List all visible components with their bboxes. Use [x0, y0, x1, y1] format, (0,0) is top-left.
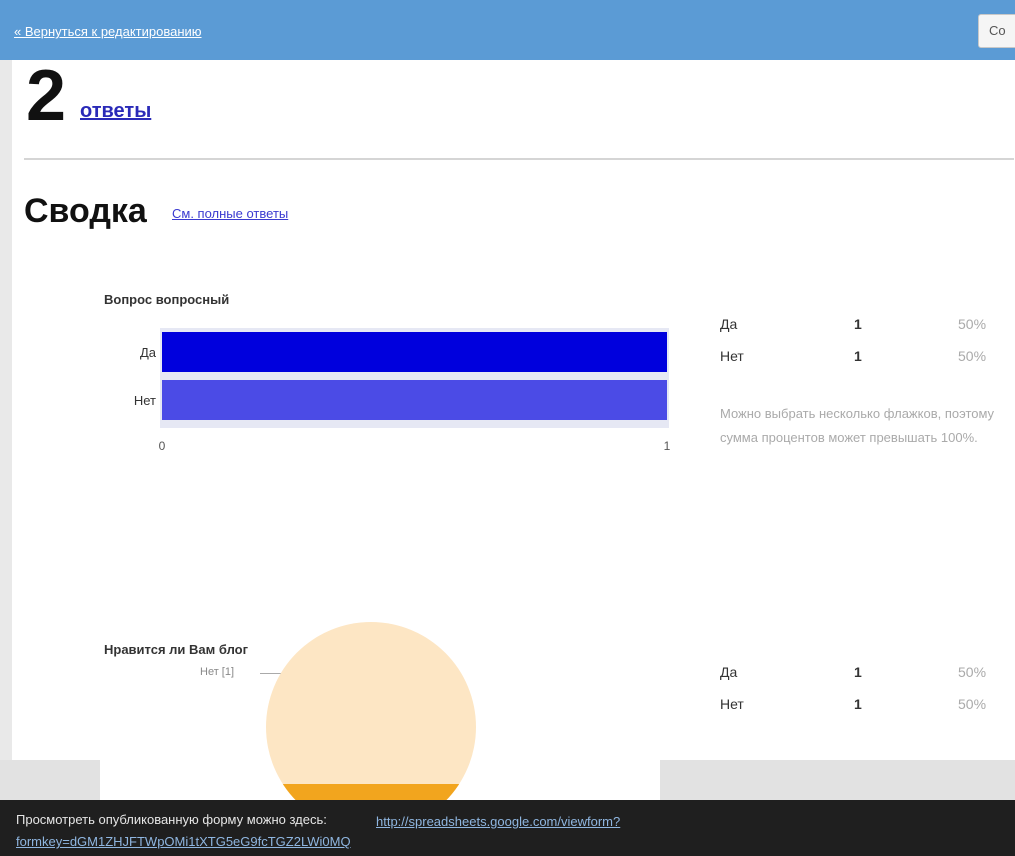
top-bar: « Вернуться к редактированию Со [0, 0, 1015, 60]
responses-link[interactable]: ответы [80, 100, 151, 123]
x-tick-label: 1 [664, 439, 671, 453]
question-1-stats: Да 1 50% Нет 1 50% [720, 316, 1010, 380]
back-to-editing-link[interactable]: « Вернуться к редактированию [14, 24, 202, 39]
stat-label: Нет [720, 696, 744, 712]
pie-slice-label: Нет [1] [200, 666, 235, 678]
stat-count: 1 [854, 664, 862, 680]
stat-label: Да [720, 664, 738, 680]
bar-category-label: Да [140, 345, 157, 360]
question-2-title: Нравится ли Вам блог [104, 642, 249, 657]
stat-percent: 50% [958, 316, 987, 332]
see-full-responses-link[interactable]: См. полные ответы [172, 206, 288, 221]
divider [24, 158, 1014, 160]
stat-label: Да [720, 316, 738, 332]
top-right-button[interactable]: Со [978, 14, 1015, 48]
stat-row-yes: Да 1 50% [720, 316, 1010, 348]
multiple-choice-note: Можно выбрать несколько флажков, поэтому… [720, 406, 995, 445]
question-2-stats: Да 1 50% Нет 1 50% [720, 664, 1010, 728]
bar-1 [162, 380, 667, 420]
footer-bar: Просмотреть опубликованную форму можно з… [0, 800, 1015, 856]
stat-row-yes: Да 1 50% [720, 664, 1010, 696]
bar-0 [162, 332, 667, 372]
stat-count: 1 [854, 316, 862, 332]
stat-percent: 50% [958, 664, 987, 680]
response-count: 2 [26, 56, 67, 136]
stat-count: 1 [854, 696, 862, 712]
question-1-title: Вопрос вопросный [104, 292, 230, 307]
stat-percent: 50% [958, 696, 987, 712]
stat-count: 1 [854, 348, 862, 364]
stat-label: Нет [720, 348, 744, 364]
x-tick-label: 0 [159, 439, 166, 453]
published-form-link[interactable]: http://spreadsheets.google.com/viewform?… [16, 812, 816, 852]
stat-row-no: Нет 1 50% [720, 696, 1010, 728]
stat-row-no: Нет 1 50% [720, 348, 1010, 380]
summary-title: Сводка [24, 192, 147, 230]
summary-page: 2 ответы Сводка См. полные ответы Вопрос… [12, 60, 1015, 800]
bar-category-label: Нет [134, 393, 156, 408]
stat-percent: 50% [958, 348, 987, 364]
question-1-bar-chart: Да Нет 0 1 [134, 328, 671, 453]
